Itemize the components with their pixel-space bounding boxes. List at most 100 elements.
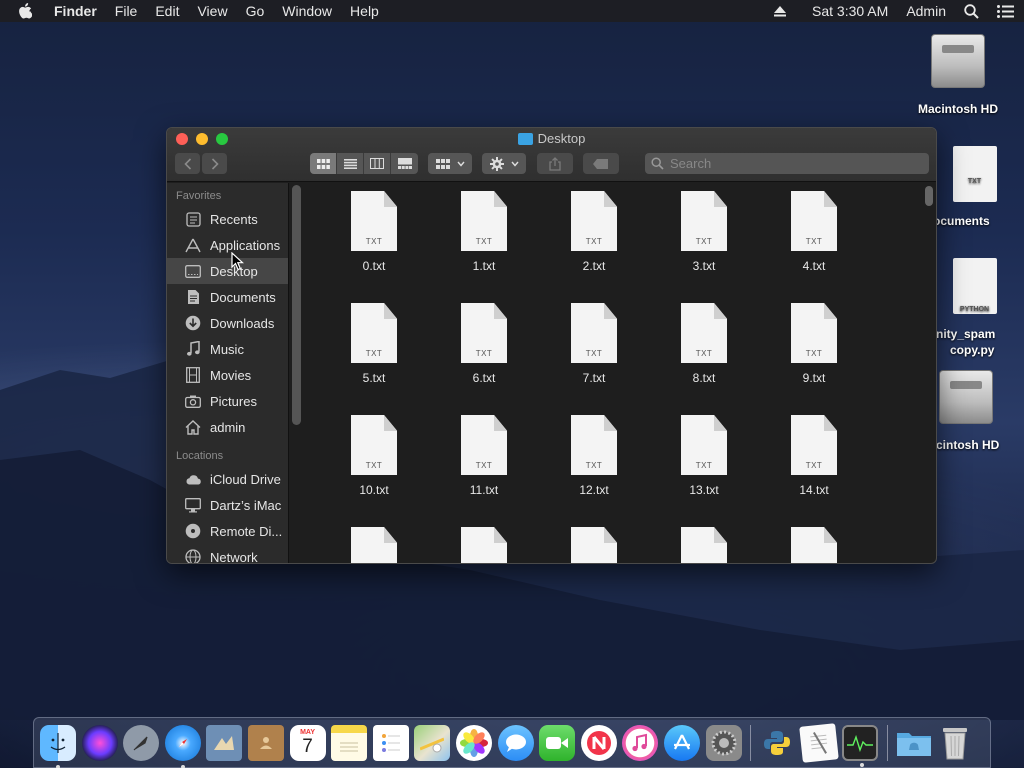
file-item[interactable]	[539, 527, 649, 563]
forward-button[interactable]	[202, 153, 227, 174]
trash-icon[interactable]	[937, 725, 973, 761]
gallery-view-icon	[397, 158, 412, 169]
action-menu-button[interactable]	[482, 153, 526, 174]
sidebar-item-admin[interactable]: admin	[167, 414, 288, 440]
search-field[interactable]	[645, 153, 929, 174]
sidebar-item-remote-disc[interactable]: Remote Di...	[167, 518, 288, 544]
menu-go[interactable]: Go	[246, 3, 265, 19]
file-item[interactable]: TXT 12.txt	[539, 415, 649, 527]
folder-icon[interactable]	[896, 725, 932, 761]
file-item[interactable]	[429, 527, 539, 563]
menu-edit[interactable]: Edit	[155, 3, 179, 19]
notes-icon[interactable]	[331, 724, 368, 761]
window-toolbar: Desktop	[167, 128, 936, 182]
calendar-icon[interactable]: MAY 7	[289, 724, 326, 761]
contacts-icon[interactable]	[247, 724, 284, 761]
desktop-icon-label: cintosh HD	[936, 438, 1000, 452]
sidebar-item-imac[interactable]: Dartz’s iMac	[167, 492, 288, 518]
siri-icon[interactable]	[81, 724, 118, 761]
tags-button[interactable]	[583, 153, 619, 174]
sidebar-item-movies[interactable]: Movies	[167, 362, 288, 388]
facetime-icon[interactable]	[539, 724, 576, 761]
eject-icon[interactable]	[774, 5, 787, 17]
menu-window[interactable]: Window	[282, 3, 332, 19]
file-item[interactable]: TXT 0.txt	[319, 191, 429, 303]
sidebar-item-music[interactable]: Music	[167, 336, 288, 362]
back-button[interactable]	[175, 153, 200, 174]
sidebar-item-applications[interactable]: Applications	[167, 232, 288, 258]
list-view-button[interactable]	[337, 153, 364, 174]
home-icon	[184, 418, 202, 436]
share-icon	[549, 156, 561, 171]
file-item[interactable]: TXT 11.txt	[429, 415, 539, 527]
file-item[interactable]	[649, 527, 759, 563]
sidebar-item-pictures[interactable]: Pictures	[167, 388, 288, 414]
gallery-view-button[interactable]	[391, 153, 418, 174]
maps-icon[interactable]	[414, 724, 451, 761]
activity-monitor-icon[interactable]	[842, 724, 879, 767]
file-item[interactable]: TXT 10.txt	[319, 415, 429, 527]
file-item[interactable]: TXT 7.txt	[539, 303, 649, 415]
sidebar-item-recents[interactable]: Recents	[167, 206, 288, 232]
itunes-icon[interactable]	[622, 724, 659, 761]
file-item[interactable]: TXT 3.txt	[649, 191, 759, 303]
gear-icon	[489, 156, 504, 171]
file-item[interactable]: TXT 6.txt	[429, 303, 539, 415]
menu-file[interactable]: File	[115, 3, 138, 19]
running-indicator	[56, 764, 60, 768]
desktop-icon-python-file[interactable]: PYTHON nity_spam copy.py	[925, 258, 1024, 358]
file-item[interactable]: TXT 8.txt	[649, 303, 759, 415]
sidebar-item-downloads[interactable]: Downloads	[167, 310, 288, 336]
group-by-button[interactable]	[428, 153, 472, 174]
launchpad-icon[interactable]	[123, 724, 160, 761]
column-view-button[interactable]	[364, 153, 391, 174]
share-button[interactable]	[537, 153, 573, 174]
notification-center-icon[interactable]	[997, 4, 1014, 18]
file-name: 3.txt	[692, 259, 716, 273]
file-item[interactable]	[759, 527, 869, 563]
sidebar-item-network[interactable]: Network	[167, 544, 288, 563]
reminders-icon[interactable]	[372, 724, 409, 761]
sidebar-item-desktop[interactable]: Desktop	[167, 258, 288, 284]
apple-menu-icon[interactable]	[18, 3, 40, 19]
app-store-icon[interactable]	[663, 724, 700, 761]
desktop-icon-macintosh-hd[interactable]: Macintosh HD	[904, 34, 1012, 116]
search-input[interactable]	[670, 156, 890, 171]
sidebar-item-icloud-drive[interactable]: iCloud Drive	[167, 466, 288, 492]
python-file-icon: PYTHON	[952, 258, 997, 314]
file-item[interactable]: TXT 5.txt	[319, 303, 429, 415]
python-launcher-icon[interactable]	[759, 725, 795, 761]
safari-icon[interactable]	[164, 724, 201, 768]
menu-user[interactable]: Admin	[906, 3, 946, 19]
finder-icon[interactable]	[40, 724, 76, 768]
file-item[interactable]: TXT 14.txt	[759, 415, 869, 527]
menu-help[interactable]: Help	[350, 3, 379, 19]
file-item[interactable]: TXT 2.txt	[539, 191, 649, 303]
system-preferences-icon[interactable]	[705, 724, 742, 761]
photos-icon[interactable]	[455, 724, 492, 761]
file-item[interactable]: TXT 9.txt	[759, 303, 869, 415]
messages-icon[interactable]	[497, 724, 534, 761]
file-name: 10.txt	[359, 483, 389, 497]
desktop-icon-macintosh-hd-2[interactable]: cintosh HD	[925, 370, 1024, 452]
menu-view[interactable]: View	[197, 3, 227, 19]
menu-finder[interactable]: Finder	[54, 3, 97, 19]
menu-clock[interactable]: Sat 3:30 AM	[812, 3, 888, 19]
sidebar-item-label: Pictures	[210, 393, 257, 409]
sidebar-item-documents[interactable]: Documents	[167, 284, 288, 310]
sidebar-scrollbar[interactable]	[292, 185, 301, 425]
file-item[interactable]	[319, 527, 429, 563]
spotlight-search-icon[interactable]	[964, 3, 979, 19]
icon-view-button[interactable]	[310, 153, 337, 174]
file-item[interactable]: TXT 1.txt	[429, 191, 539, 303]
textedit-icon[interactable]	[798, 722, 839, 763]
desktop-icon-documents[interactable]: TXT ocuments	[925, 146, 1024, 228]
file-item[interactable]: TXT 13.txt	[649, 415, 759, 527]
txt-file-icon: TXT	[681, 303, 727, 363]
sidebar: Favorites Recents Applications Desktop D…	[167, 183, 289, 563]
mail-icon[interactable]	[206, 724, 243, 761]
file-name: 7.txt	[582, 371, 606, 385]
content-scrollbar[interactable]	[925, 186, 933, 206]
file-item[interactable]: TXT 4.txt	[759, 191, 869, 303]
news-icon[interactable]	[580, 724, 617, 761]
